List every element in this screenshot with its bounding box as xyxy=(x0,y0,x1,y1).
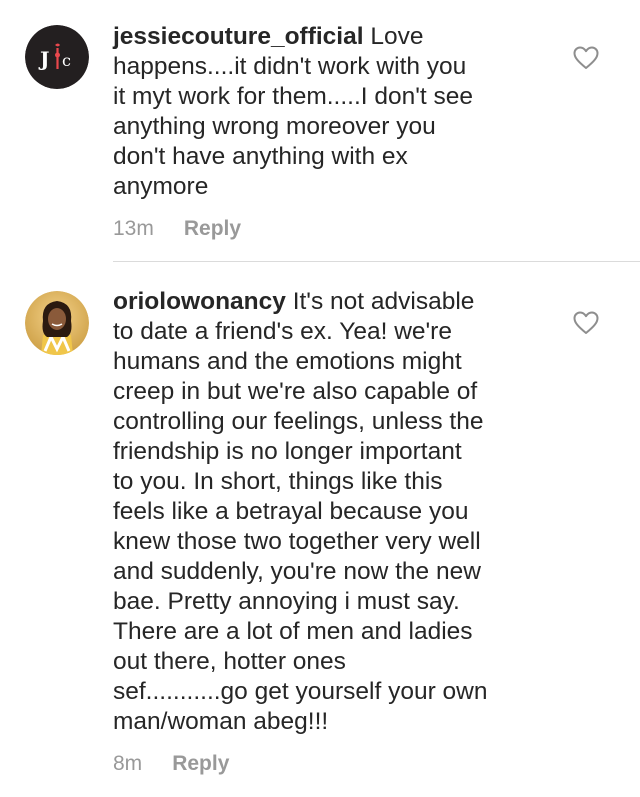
comment-line: There are a lot of men and ladies xyxy=(113,618,473,645)
comment-line: Love xyxy=(363,23,424,50)
profile-photo-icon xyxy=(25,291,89,355)
comment-text: jessiecouture_official Love happens....i… xyxy=(113,22,553,202)
comment-line: friendship is no longer important xyxy=(113,438,462,465)
comment-line: and suddenly, you're now the new xyxy=(113,558,481,585)
jessiecouture-logo-icon: J c xyxy=(25,25,89,89)
comment-line: creep in but we're also capable of xyxy=(113,378,478,405)
heart-outline-icon[interactable] xyxy=(573,311,599,335)
comment-timestamp: 13m xyxy=(113,217,154,240)
comment-line: man/woman abeg!!! xyxy=(113,708,329,735)
comment-line: out there, hotter ones xyxy=(113,648,346,675)
comment-line: happens....it didn't work with you xyxy=(113,53,467,80)
comment-line: feels like a betrayal because you xyxy=(113,498,469,525)
comment-line: to date a friend's ex. Yea! we're xyxy=(113,318,452,345)
comment-line: anymore xyxy=(113,173,209,200)
comment-meta: 8m Reply xyxy=(113,752,229,776)
reply-button[interactable]: Reply xyxy=(172,752,229,775)
comment-line: don't have anything with ex xyxy=(113,143,408,170)
comment-line: sef...........go get yourself your own xyxy=(113,678,488,705)
heart-outline-icon[interactable] xyxy=(573,46,599,70)
comment-divider xyxy=(113,261,640,262)
avatar[interactable] xyxy=(25,291,89,355)
comment-text: oriolowonancy It's not advisable to date… xyxy=(113,287,553,737)
comment-line: knew those two together very well xyxy=(113,528,481,555)
comment-line: to you. In short, things like this xyxy=(113,468,443,495)
comment-line: bae. Pretty annoying i must say. xyxy=(113,588,460,615)
comment-meta: 13m Reply xyxy=(113,217,241,241)
svg-text:J: J xyxy=(38,47,49,71)
reply-button[interactable]: Reply xyxy=(184,217,241,240)
comment-line: controlling our feelings, unless the xyxy=(113,408,484,435)
comment-line: it myt work for them.....I don't see xyxy=(113,83,474,110)
comment-line: It's not advisable xyxy=(285,288,475,315)
comment-line: humans and the emotions might xyxy=(113,348,462,375)
comment-line: anything wrong moreover you xyxy=(113,113,436,140)
avatar[interactable]: J c xyxy=(25,25,89,89)
comment-timestamp: 8m xyxy=(113,752,143,775)
comment-username[interactable]: oriolowonancy xyxy=(113,288,286,315)
comment-username[interactable]: jessiecouture_official xyxy=(113,23,364,50)
svg-text:c: c xyxy=(62,51,71,70)
